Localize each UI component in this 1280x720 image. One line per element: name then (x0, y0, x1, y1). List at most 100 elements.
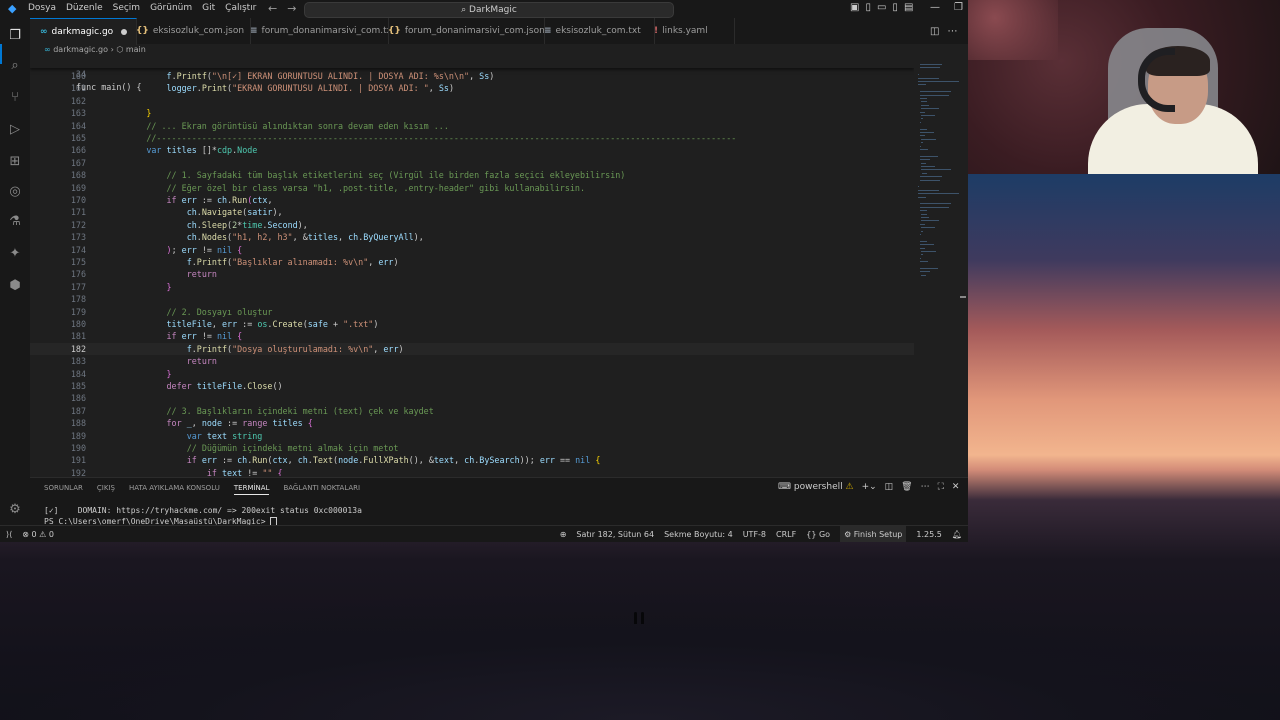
toggle-primary-sidebar-icon[interactable]: ▯ (865, 2, 871, 13)
kill-terminal-icon[interactable]: 🗑 (901, 482, 912, 492)
code-line[interactable]: 191 if err := ch.Run(ctx, ch.Text(node.F… (30, 454, 914, 466)
breadcrumb-symbol[interactable]: main (126, 45, 146, 54)
code-line[interactable]: 182 f.Printf("Dosya oluşturulamadı: %v\n… (30, 343, 914, 355)
code-line[interactable]: 170 if err := ch.Run(ctx, (30, 194, 914, 206)
code-line[interactable]: 186 (30, 392, 914, 404)
cursor-position[interactable]: Satır 182, Sütun 64 (576, 526, 654, 542)
panel-tab-debug-console[interactable]: HATA AYIKLAMA KONSOLU (129, 484, 220, 495)
search-view-icon[interactable]: ⌕ (7, 58, 23, 74)
notifications-bell-icon[interactable]: 🔔︎ (952, 526, 962, 542)
split-editor-icon[interactable]: ◫ (930, 26, 947, 37)
menu-calistir[interactable]: Çalıştır (225, 3, 256, 13)
problems-indicator[interactable]: ⊗ 0 ⚠ 0 (22, 526, 54, 542)
code-line[interactable]: 171 ch.Navigate(satir), (30, 206, 914, 218)
minimize-icon[interactable]: — (930, 2, 940, 13)
code-line[interactable]: 173 ch.Nodes("h1, h2, h3", &titles, ch.B… (30, 231, 914, 243)
sticky-scroll-line[interactable]: 34 func main() { (30, 56, 914, 92)
code-line[interactable]: 192 if text != "" { (30, 467, 914, 476)
minimap-line (919, 111, 925, 113)
tab-forum-donanimarsivi-txt[interactable]: ≡ forum_donanimarsivi_com.txt (240, 18, 389, 44)
toggle-secondary-sidebar-icon[interactable]: ▯ (892, 2, 898, 13)
code-line[interactable]: 189 var text string (30, 430, 914, 442)
code-line[interactable]: 172 ch.Sleep(2*time.Second), (30, 219, 914, 231)
tab-eksisozluk-json[interactable]: {} eksisozluk_com.json (126, 18, 251, 44)
command-center-search[interactable]: ⌕ DarkMagic (304, 2, 674, 18)
toggle-sidebar-icon[interactable]: ▣ (850, 2, 859, 13)
explorer-icon[interactable]: ❐ (7, 28, 23, 44)
code-line[interactable]: 175 f.Printf("Başlıklar alınamadı: %v\n"… (30, 256, 914, 268)
source-control-icon[interactable]: ⑂ (7, 90, 23, 106)
split-terminal-icon[interactable]: ◫ (885, 482, 894, 492)
python-icon[interactable]: ✦ (7, 246, 23, 262)
menu-duzenle[interactable]: Düzenle (66, 3, 103, 13)
panel-tab-terminal[interactable]: TERMİNAL (233, 484, 270, 495)
panel-tab-ports[interactable]: BAĞLANTI NOKTALARI (283, 484, 360, 495)
panel-tab-output[interactable]: ÇIKIŞ (97, 484, 115, 495)
toggle-panel-icon[interactable]: ▭ (877, 2, 886, 13)
code-line[interactable]: 161 logger.Print("EKRAN GORUNTUSU ALINDI… (30, 82, 914, 94)
database-icon[interactable]: ⬢ (7, 278, 23, 294)
code-line[interactable]: 184 } (30, 368, 914, 380)
tab-links-yaml[interactable]: ! links.yaml (644, 18, 735, 44)
code-line[interactable]: 190 // Düğümün içindeki metni almak için… (30, 442, 914, 454)
code-line[interactable]: 167 (30, 157, 914, 169)
terminal-icon: ⌨ (778, 482, 794, 492)
code-line[interactable]: 164 // ... Ekran görüntüsü alındıktan so… (30, 120, 914, 132)
remote-explorer-icon[interactable]: ◎ (7, 184, 23, 200)
code-line[interactable]: 162 (30, 95, 914, 107)
code-line[interactable]: 166 var titles []*cdp.Node (30, 144, 914, 156)
code-line[interactable]: 168 // 1. Sayfadaki tüm başlık etiketler… (30, 169, 914, 181)
code-line[interactable]: 181 if err != nil { (30, 330, 914, 342)
run-debug-icon[interactable]: ▷ (7, 122, 23, 138)
indentation[interactable]: Sekme Boyutu: 4 (664, 526, 733, 542)
back-arrow-icon[interactable]: ← (268, 2, 287, 15)
end-of-line[interactable]: CRLF (776, 526, 796, 542)
minimap[interactable] (914, 56, 964, 276)
menu-secim[interactable]: Seçim (113, 3, 140, 13)
testing-icon[interactable]: ⚗ (7, 214, 23, 230)
language-mode[interactable]: {} Go (806, 526, 830, 542)
new-terminal-icon[interactable]: +⌄ (862, 482, 877, 492)
encoding[interactable]: UTF-8 (743, 526, 766, 542)
code-line[interactable]: 188 for _, node := range titles { (30, 417, 914, 429)
minimap-line (919, 203, 952, 205)
more-icon[interactable]: ⋯ (921, 482, 930, 492)
tab-eksisozluk-txt[interactable]: ≡ eksisozluk_com.txt (534, 18, 655, 44)
remote-indicator-icon[interactable]: ⟩⟨ (6, 526, 12, 542)
terminal-output[interactable]: [✓] DOMAIN: https://tryhackme.com/ => 20… (44, 505, 362, 527)
settings-gear-icon[interactable]: ⚙ (7, 502, 23, 518)
close-panel-icon[interactable]: ✕ (952, 482, 960, 492)
maximize-panel-icon[interactable]: ⛶ (938, 482, 944, 492)
code-line[interactable]: 178 (30, 293, 914, 305)
scrollbar-thumb[interactable] (960, 296, 966, 298)
menu-dosya[interactable]: Dosya (28, 3, 56, 13)
zoom-icon[interactable]: ⊕ (560, 526, 567, 542)
code-line[interactable]: 163 } (30, 107, 914, 119)
code-line[interactable]: 176 return (30, 268, 914, 280)
tab-forum-donanimarsivi-json[interactable]: {} forum_donanimarsivi_com.json (378, 18, 545, 44)
code-line[interactable]: 180 titleFile, err := os.Create(safe + "… (30, 318, 914, 330)
code-line[interactable]: 165 //----------------------------------… (30, 132, 914, 144)
code-line[interactable]: 174 ); err != nil { (30, 244, 914, 256)
more-actions-icon[interactable]: ⋯ (947, 26, 965, 37)
code-text: var titles []*cdp.Node (146, 145, 258, 156)
tab-darkmagic-go[interactable]: ∞ darkmagic.go (30, 18, 137, 45)
panel-tab-problems[interactable]: SORUNLAR (44, 484, 83, 495)
customize-layout-icon[interactable]: ▤ (904, 2, 913, 13)
go-version[interactable]: 1.25.5 (916, 526, 941, 542)
terminal-shell[interactable]: ⌨ powershell ⚠ (778, 482, 854, 492)
code-line[interactable]: 183 return (30, 355, 914, 367)
breadcrumb-file[interactable]: darkmagic.go (53, 45, 108, 54)
code-line[interactable]: 185 defer titleFile.Close() (30, 380, 914, 392)
code-editor[interactable]: 160 f.Printf("\n[✓] EKRAN GORUNTUSU ALIN… (30, 56, 914, 476)
code-line[interactable]: 179 // 2. Dosyayı oluştur (30, 306, 914, 318)
code-line[interactable]: 160 f.Printf("\n[✓] EKRAN GORUNTUSU ALIN… (30, 70, 914, 82)
code-line[interactable]: 187 // 3. Başlıkların içindeki metni (te… (30, 405, 914, 417)
finish-setup-button[interactable]: ⚙ Finish Setup (840, 526, 907, 542)
code-line[interactable]: 169 // Eğer özel bir class varsa "h1, .p… (30, 182, 914, 194)
code-line[interactable]: 177 } (30, 281, 914, 293)
restore-icon[interactable]: ❐ (954, 2, 963, 13)
menu-gorunum[interactable]: Görünüm (150, 3, 192, 13)
menu-git[interactable]: Git (202, 3, 215, 13)
extensions-icon[interactable]: ⊞ (7, 154, 23, 170)
